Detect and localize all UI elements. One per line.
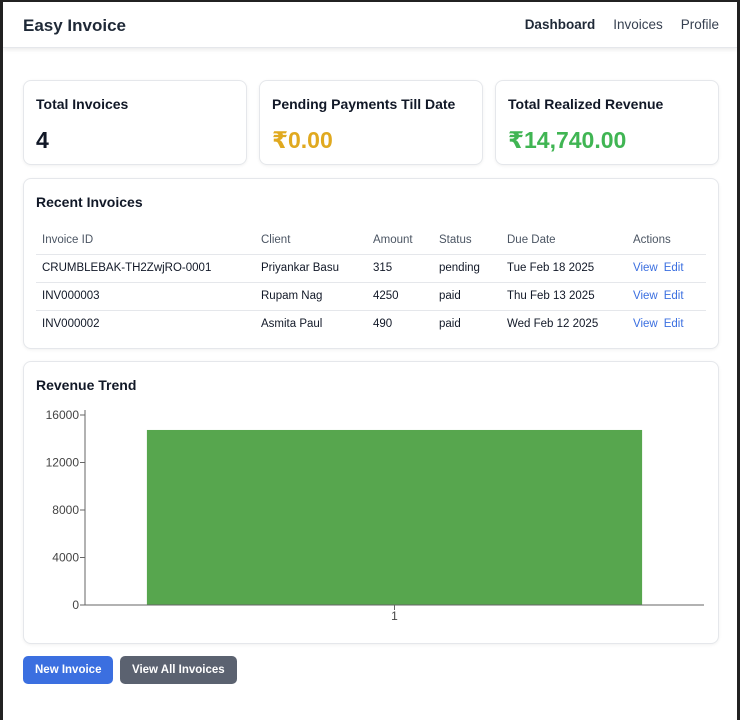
cell-status: paid — [433, 282, 501, 311]
navbar: Easy Invoice Dashboard Invoices Profile — [3, 2, 737, 48]
stat-value: ₹14,740.00 — [508, 127, 627, 153]
col-header-amount: Amount — [367, 227, 433, 255]
table-header-row: Invoice ID Client Amount Status Due Date… — [36, 227, 706, 255]
y-tick-label: 8000 — [52, 503, 79, 517]
cell-client: Rupam Nag — [255, 282, 367, 311]
col-header-client: Client — [255, 227, 367, 255]
stat-label: Total Invoices — [36, 96, 129, 112]
stat-card-total-invoices: Total Invoices 4 — [23, 80, 247, 165]
cell-amount: 315 — [367, 254, 433, 283]
cell-client: Asmita Paul — [261, 318, 323, 331]
new-invoice-button[interactable]: New Invoice — [23, 656, 114, 684]
cell-status: pending — [433, 254, 501, 283]
stat-label: Pending Payments Till Date — [272, 96, 456, 112]
col-header-due-date: Due Date — [501, 227, 627, 255]
table-row: INV000003 Rupam Nag 4250 paid Thu Feb 13… — [36, 282, 706, 311]
y-tick-label: 16000 — [46, 408, 80, 422]
cell-actions: View Edit — [627, 310, 706, 338]
cell-amount: 490 — [373, 318, 393, 331]
stat-value: 4 — [36, 127, 49, 153]
cell-invoice-id: INV000003 — [36, 282, 255, 311]
cell-due-date: Thu Feb 13 2025 — [501, 282, 627, 311]
table-row: INV000002 Asmita Paul 490 paid Wed Feb 1… — [36, 310, 706, 338]
table-row: CRUMBLEBAK-TH2ZwjRO-0001 Priyankar Basu … — [36, 254, 706, 283]
cell-actions: View Edit — [627, 254, 706, 283]
nav-dashboard[interactable]: Dashboard — [525, 17, 596, 32]
cell-invoice-id: CRUMBLEBAK-TH2ZwjRO-0001 — [36, 254, 255, 283]
col-header-status: Status — [433, 227, 501, 255]
nav-profile[interactable]: Profile — [681, 17, 719, 32]
section-title: Recent Invoices — [36, 194, 143, 210]
nav-invoices[interactable]: Invoices — [613, 17, 663, 32]
view-invoice-link[interactable]: View — [633, 290, 658, 302]
cell-due-date: Wed Feb 12 2025 — [507, 318, 599, 331]
y-tick-label: 0 — [72, 598, 79, 612]
stat-card-realized-revenue: Total Realized Revenue ₹14,740.00 — [495, 80, 719, 165]
cell-due-date: Tue Feb 18 2025 — [501, 254, 627, 283]
cell-invoice-id: INV000002 — [42, 318, 100, 331]
col-header-invoice-id: Invoice ID — [36, 227, 255, 255]
stat-card-pending-payments: Pending Payments Till Date ₹0.00 — [259, 80, 483, 165]
recent-invoices-card: Recent Invoices Invoice ID Client Amount… — [23, 178, 719, 349]
edit-invoice-link[interactable]: Edit — [664, 262, 684, 274]
edit-invoice-link[interactable]: Edit — [664, 318, 684, 330]
view-invoice-link[interactable]: View — [633, 318, 658, 330]
revenue-trend-card: Revenue Trend 0 4000 8000 12000 16000 1 — [23, 361, 719, 644]
cell-actions: View Edit — [627, 282, 706, 311]
col-header-actions: Actions — [627, 227, 706, 255]
revenue-trend-chart: 0 4000 8000 12000 16000 1 — [46, 408, 704, 623]
cell-client: Priyankar Basu — [255, 254, 367, 283]
app-title[interactable]: Easy Invoice — [23, 16, 126, 36]
cell-amount: 4250 — [367, 282, 433, 311]
stat-value: ₹0.00 — [272, 127, 333, 153]
cell-status: paid — [439, 318, 461, 331]
edit-invoice-link[interactable]: Edit — [664, 290, 684, 302]
chart-bar — [146, 429, 643, 605]
y-tick-label: 12000 — [46, 456, 80, 470]
view-invoice-link[interactable]: View — [633, 262, 658, 274]
nav-links: Dashboard Invoices Profile — [525, 17, 719, 32]
view-all-invoices-button[interactable]: View All Invoices — [120, 656, 237, 684]
x-tick-label: 1 — [391, 609, 398, 623]
invoices-table: Invoice ID Client Amount Status Due Date… — [36, 227, 706, 338]
y-tick-label: 4000 — [52, 551, 79, 565]
stat-label: Total Realized Revenue — [508, 96, 664, 112]
